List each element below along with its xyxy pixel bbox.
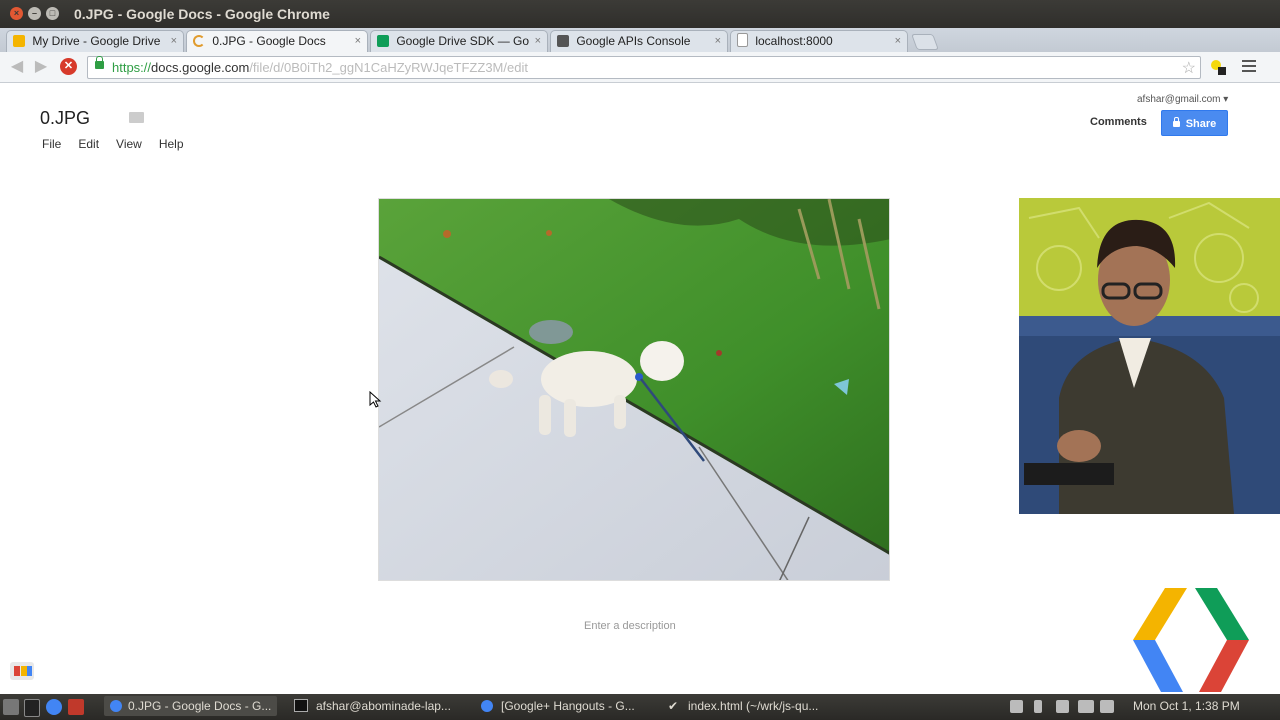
taskbar-label: [Google+ Hangouts - G...	[501, 699, 635, 713]
share-button[interactable]: Share	[1161, 110, 1228, 136]
new-tab-button[interactable]	[911, 34, 939, 50]
extension-icon[interactable]	[1209, 58, 1227, 76]
menu-edit[interactable]: Edit	[78, 137, 99, 151]
window-titlebar: × – □ 0.JPG - Google Docs - Google Chrom…	[0, 0, 1280, 28]
window-minimize-button[interactable]: –	[28, 7, 41, 20]
url-path: /file/d/0B0iTh2_ggN1CaHZyRWJqeTFZZ3M/edi…	[249, 60, 528, 75]
os-taskbar: 0.JPG - Google Docs - G... afshar@abomin…	[0, 694, 1280, 720]
tab-close-icon[interactable]: ×	[171, 31, 177, 51]
bookmark-star-icon[interactable]: ☆	[1182, 58, 1196, 78]
settings-gear-icon[interactable]	[3, 699, 19, 715]
tab-drive-sdk[interactable]: Google Drive SDK — Go ×	[370, 30, 548, 53]
api-console-icon	[557, 35, 569, 47]
tab-localhost[interactable]: localhost:8000 ×	[730, 30, 908, 53]
chrome-menu-icon[interactable]	[1242, 60, 1256, 75]
comments-button[interactable]: Comments	[1090, 116, 1147, 128]
share-label: Share	[1185, 118, 1217, 130]
document-title[interactable]: 0.JPG	[40, 108, 90, 129]
taskbar-item-hangouts[interactable]: [Google+ Hangouts - G...	[481, 699, 635, 713]
page-icon	[737, 33, 748, 47]
webcam-video-overlay	[1019, 198, 1280, 514]
taskbar-item-docs[interactable]: 0.JPG - Google Docs - G...	[104, 696, 278, 716]
chrome-launcher-icon[interactable]	[46, 699, 62, 715]
forward-arrow-icon[interactable]: ▶	[32, 58, 50, 76]
url-text[interactable]: https://docs.google.com/file/d/0B0iTh2_g…	[112, 60, 528, 75]
google-drive-icon	[13, 35, 25, 47]
chrome-icon	[110, 700, 122, 712]
network-monitor-icon[interactable]	[1010, 700, 1023, 713]
window-title: 0.JPG - Google Docs - Google Chrome	[74, 6, 330, 22]
menu-view[interactable]: View	[116, 137, 142, 151]
tab-strip: My Drive - Google Drive × 0.JPG - Google…	[0, 28, 1280, 74]
tab-my-drive[interactable]: My Drive - Google Drive ×	[6, 30, 184, 53]
tab-close-icon[interactable]: ×	[895, 31, 901, 51]
back-arrow-icon[interactable]: ◀	[8, 58, 26, 76]
battery-icon[interactable]	[1078, 700, 1094, 713]
window-close-button[interactable]: ×	[10, 7, 23, 20]
folder-icon[interactable]	[129, 112, 144, 123]
description-field[interactable]: Enter a description	[584, 620, 676, 632]
tab-0-jpg[interactable]: 0.JPG - Google Docs ×	[186, 30, 368, 53]
google-developers-logo	[1133, 588, 1249, 692]
tab-close-icon[interactable]: ×	[355, 31, 361, 51]
google-drive-icon	[377, 35, 389, 47]
url-scheme: https://	[112, 60, 152, 75]
loading-spinner-icon	[193, 35, 205, 47]
taskbar-item-editor[interactable]: ✔ index.html (~/wrk/js-qu...	[668, 699, 818, 713]
terminal-launcher-icon[interactable]	[24, 699, 40, 717]
tab-label: Google APIs Console	[576, 34, 691, 48]
stop-loading-icon[interactable]: ✕	[60, 58, 77, 75]
tab-label: Google Drive SDK — Go	[396, 34, 530, 48]
image-preview	[378, 198, 890, 581]
secure-lock-icon	[95, 56, 104, 69]
wifi-icon[interactable]	[1056, 700, 1069, 713]
tab-label: My Drive - Google Drive	[32, 34, 161, 48]
taskbar-label: index.html (~/wrk/js-qu...	[688, 699, 819, 713]
terminal-icon	[294, 699, 308, 712]
volume-icon[interactable]	[1100, 700, 1114, 713]
menu-help[interactable]: Help	[159, 137, 184, 151]
lock-icon	[1172, 117, 1180, 127]
bluetooth-icon[interactable]	[1034, 700, 1042, 713]
editor-icon: ✔	[668, 699, 679, 713]
docs-menubar: File Edit View Help	[42, 137, 201, 151]
mouse-cursor-icon	[369, 391, 382, 408]
chrome-icon	[481, 700, 493, 712]
url-host: docs.google.com	[151, 60, 250, 75]
account-switcher[interactable]: afshar@gmail.com ▾	[1137, 94, 1228, 105]
app-logo-icon	[10, 662, 34, 680]
taskbar-item-terminal[interactable]: afshar@abominade-lap...	[294, 699, 451, 713]
tab-label: localhost:8000	[755, 34, 833, 48]
taskbar-label: afshar@abominade-lap...	[316, 699, 451, 713]
taskbar-label: 0.JPG - Google Docs - G...	[128, 699, 272, 713]
presenter-video	[1019, 198, 1280, 514]
window-maximize-button[interactable]: □	[46, 7, 59, 20]
menu-file[interactable]: File	[42, 137, 61, 151]
tab-close-icon[interactable]: ×	[535, 31, 541, 51]
system-clock[interactable]: Mon Oct 1, 1:38 PM	[1133, 699, 1240, 713]
dog-photo	[379, 199, 889, 580]
tab-close-icon[interactable]: ×	[715, 31, 721, 51]
app-launcher-icon[interactable]	[68, 699, 84, 715]
tab-apis-console[interactable]: Google APIs Console ×	[550, 30, 728, 53]
tab-label: 0.JPG - Google Docs	[212, 34, 326, 48]
address-bar[interactable]: https://docs.google.com/file/d/0B0iTh2_g…	[87, 56, 1201, 79]
